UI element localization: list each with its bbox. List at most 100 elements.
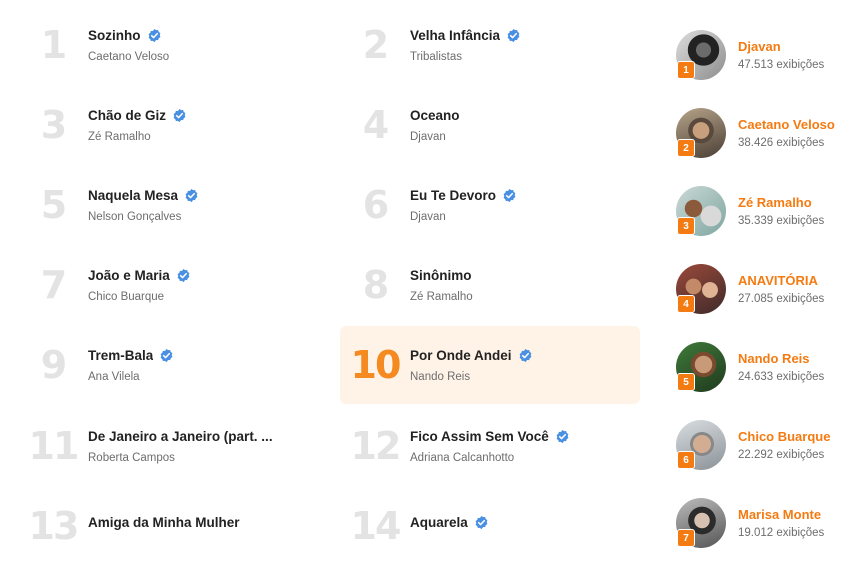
artist-rank-badge: 5 xyxy=(677,373,695,391)
song-title[interactable]: Por Onde Andei xyxy=(410,348,512,363)
song-rank: 14 xyxy=(350,504,402,548)
song-artist[interactable]: Zé Ramalho xyxy=(88,131,187,143)
verified-icon xyxy=(176,268,191,283)
artist-rank-badge: 1 xyxy=(677,61,695,79)
avatar[interactable]: 5 xyxy=(676,342,726,392)
song-artist[interactable]: Caetano Veloso xyxy=(88,51,169,63)
song-artist[interactable]: Djavan xyxy=(410,211,517,223)
artist-views: 24.633 exibições xyxy=(738,371,825,383)
song-artist[interactable]: Chico Buarque xyxy=(88,291,191,303)
artist-views: 47.513 exibições xyxy=(738,59,825,71)
artist-views: 22.292 exibições xyxy=(738,449,825,461)
avatar[interactable]: 4 xyxy=(676,264,726,314)
artist-views: 38.426 exibições xyxy=(738,137,825,149)
song-rank: 11 xyxy=(28,424,80,468)
artist-item[interactable]: 2 Caetano Veloso 38.426 exibições xyxy=(676,106,860,160)
verified-icon xyxy=(474,515,489,530)
song-rank: 6 xyxy=(362,183,389,227)
song-artist[interactable]: Zé Ramalho xyxy=(410,291,473,303)
verified-icon xyxy=(147,28,162,43)
song-artist[interactable]: Tribalistas xyxy=(410,51,521,63)
artist-views: 35.339 exibições xyxy=(738,215,825,227)
song-rank: 13 xyxy=(28,504,80,548)
artist-name[interactable]: Nando Reis xyxy=(738,351,824,366)
artist-name[interactable]: ANAVITÓRIA xyxy=(738,273,824,288)
song-item[interactable]: 8 Sinônimo Zé Ramalho xyxy=(340,246,640,324)
artist-rank-badge: 4 xyxy=(677,295,695,313)
artist-item[interactable]: 3 Zé Ramalho 35.339 exibições xyxy=(676,184,860,238)
song-artist[interactable]: Ana Vilela xyxy=(88,371,174,383)
avatar[interactable]: 2 xyxy=(676,108,726,158)
song-item[interactable]: 13 Amiga da Minha Mulher xyxy=(18,487,318,565)
artist-name[interactable]: Djavan xyxy=(738,39,824,54)
song-artist[interactable]: Djavan xyxy=(410,131,460,143)
song-title[interactable]: João e Maria xyxy=(88,268,170,283)
artist-rank-badge: 2 xyxy=(677,139,695,157)
artist-rank-badge: 3 xyxy=(677,217,695,235)
top-artists-list: 1 Djavan 47.513 exibições 2 Caetano Veloso 38… xyxy=(676,0,860,548)
song-rank: 9 xyxy=(40,343,67,387)
song-artist[interactable]: Nelson Gonçalves xyxy=(88,211,199,223)
song-title[interactable]: Naquela Mesa xyxy=(88,188,178,203)
song-title[interactable]: Aquarela xyxy=(410,515,468,530)
artist-item[interactable]: 7 Marisa Monte 19.012 exibições xyxy=(676,496,860,550)
song-title[interactable]: Sozinho xyxy=(88,28,141,43)
song-rank: 3 xyxy=(40,103,67,147)
song-item[interactable]: 10 Por Onde Andei Nando Reis xyxy=(340,326,640,404)
song-item[interactable]: 11 De Janeiro a Janeiro (part. ... Roberta… xyxy=(18,407,318,485)
verified-icon xyxy=(172,108,187,123)
song-rank: 10 xyxy=(350,343,402,387)
song-title[interactable]: Eu Te Devoro xyxy=(410,188,496,203)
song-title[interactable]: De Janeiro a Janeiro (part. ... xyxy=(88,429,273,444)
song-item[interactable]: 2 Velha Infância Tribalistas xyxy=(340,6,640,84)
verified-icon xyxy=(518,348,533,363)
artist-item[interactable]: 1 Djavan 47.513 exibições xyxy=(676,28,860,82)
avatar[interactable]: 6 xyxy=(676,420,726,470)
artist-item[interactable]: 5 Nando Reis 24.633 exibições xyxy=(676,340,860,394)
song-rank: 2 xyxy=(362,23,389,67)
song-item[interactable]: 4 Oceano Djavan xyxy=(340,86,640,164)
song-item[interactable]: 7 João e Maria Chico Buarque xyxy=(18,246,318,324)
song-item[interactable]: 6 Eu Te Devoro Djavan xyxy=(340,166,640,244)
verified-icon xyxy=(184,188,199,203)
artist-rank-badge: 6 xyxy=(677,451,695,469)
avatar[interactable]: 1 xyxy=(676,30,726,80)
song-item[interactable]: 14 Aquarela xyxy=(340,487,640,565)
song-rank: 8 xyxy=(362,263,389,307)
verified-icon xyxy=(506,28,521,43)
song-rank: 1 xyxy=(40,23,67,67)
song-item[interactable]: 5 Naquela Mesa Nelson Gonçalves xyxy=(18,166,318,244)
artist-rank-badge: 7 xyxy=(677,529,695,547)
song-artist[interactable]: Roberta Campos xyxy=(88,452,273,464)
song-rank: 7 xyxy=(40,263,67,307)
song-title[interactable]: Chão de Giz xyxy=(88,108,166,123)
song-rank: 4 xyxy=(362,103,389,147)
top-songs-list: 1 Sozinho Caetano Veloso 2 Velha Infância Tri… xyxy=(18,0,648,548)
artist-name[interactable]: Zé Ramalho xyxy=(738,195,824,210)
verified-icon xyxy=(159,348,174,363)
song-title[interactable]: Velha Infância xyxy=(410,28,500,43)
song-title[interactable]: Sinônimo xyxy=(410,268,472,283)
avatar[interactable]: 3 xyxy=(676,186,726,236)
artist-views: 27.085 exibições xyxy=(738,293,825,305)
song-rank: 5 xyxy=(40,183,67,227)
song-item[interactable]: 9 Trem-Bala Ana Vilela xyxy=(18,326,318,404)
verified-icon xyxy=(555,429,570,444)
artist-item[interactable]: 6 Chico Buarque 22.292 exibições xyxy=(676,418,860,472)
artist-name[interactable]: Chico Buarque xyxy=(738,429,830,444)
song-item[interactable]: 3 Chão de Giz Zé Ramalho xyxy=(18,86,318,164)
song-item[interactable]: 12 Fico Assim Sem Você Adriana Calcanhotto xyxy=(340,407,640,485)
artist-name[interactable]: Marisa Monte xyxy=(738,507,824,522)
artist-name[interactable]: Caetano Veloso xyxy=(738,117,835,132)
song-artist[interactable]: Adriana Calcanhotto xyxy=(410,452,570,464)
song-item[interactable]: 1 Sozinho Caetano Veloso xyxy=(18,6,318,84)
verified-icon xyxy=(502,188,517,203)
artist-item[interactable]: 4 ANAVITÓRIA 27.085 exibições xyxy=(676,262,860,316)
song-title[interactable]: Fico Assim Sem Você xyxy=(410,429,549,444)
song-title[interactable]: Trem-Bala xyxy=(88,348,153,363)
song-rank: 12 xyxy=(350,424,402,468)
song-artist[interactable]: Nando Reis xyxy=(410,371,533,383)
song-title[interactable]: Amiga da Minha Mulher xyxy=(88,515,240,530)
song-title[interactable]: Oceano xyxy=(410,108,460,123)
artist-views: 19.012 exibições xyxy=(738,527,825,539)
